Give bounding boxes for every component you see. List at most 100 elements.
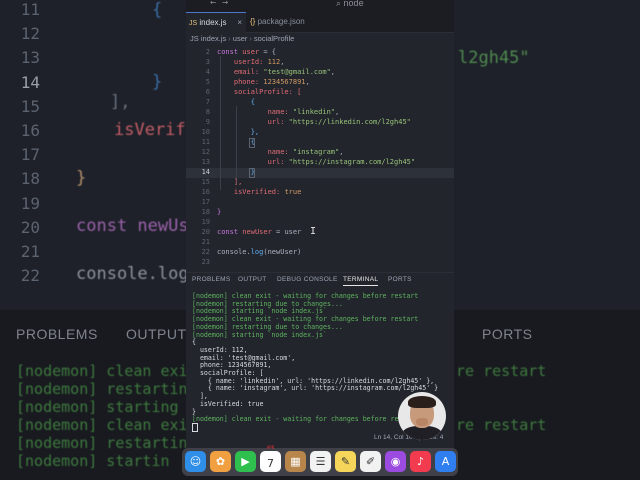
code-line: userId: 112, [217, 58, 285, 66]
notes-icon[interactable]: ✎ [335, 451, 356, 472]
music-icon[interactable]: ♪ [410, 451, 431, 472]
bg-line-number: 22 [20, 266, 40, 286]
tab-index-js[interactable]: JS index.js × [186, 12, 246, 33]
line-number: 3 [205, 58, 210, 66]
code-line: url: "https://linkedin.com/l2gh45" [217, 118, 411, 126]
code-token: email: [217, 68, 264, 76]
breadcrumb-symbol[interactable]: user [233, 34, 248, 43]
dock: ☺ ✿ ▶ 7 APR ▦ ☰ ✎ ✐ ◉ ♪ A [182, 445, 458, 476]
line-number: 16 [201, 188, 210, 196]
code-token: "https://instagram.com/l2gh45" [288, 158, 416, 166]
line-number: 23 [201, 258, 210, 266]
tab-terminal[interactable]: TERMINAL [343, 276, 379, 286]
line-number: 20 [201, 228, 210, 236]
terminal-line: [nodemon] starting `node index.js` [192, 330, 327, 339]
code-token: } [217, 208, 222, 216]
close-icon[interactable]: × [237, 13, 242, 33]
code-line: name: "instagram", [217, 148, 344, 156]
code-token: phone: [217, 78, 264, 86]
code-line: socialProfile: [ [217, 88, 301, 96]
bg-line-number: 20 [20, 217, 40, 237]
terminal-line: { name: 'instagram', url: 'https://insta… [192, 384, 439, 393]
line-number: 12 [201, 148, 210, 156]
line-number: 17 [201, 198, 210, 206]
nav-arrows[interactable]: ← → [210, 0, 228, 8]
line-number: 13 [201, 158, 210, 166]
bracket-match [249, 168, 255, 178]
calendar-month: APR [266, 445, 275, 450]
code-token: console. [217, 248, 251, 256]
bg-term-line: [nodemon] starting [16, 398, 179, 416]
panel-tabs: PROBLEMS OUTPUT DEBUG CONSOLE TERMINAL P… [186, 272, 454, 289]
tab-package-json[interactable]: {} package.json [250, 12, 320, 32]
tab-ports[interactable]: PORTS [388, 276, 412, 283]
code-token: "linkedin" [292, 108, 336, 116]
line-number: 14 [201, 168, 210, 176]
code-token: url: [217, 118, 289, 126]
bg-line-number: 12 [20, 24, 40, 44]
tab-output[interactable]: OUTPUT [238, 276, 267, 283]
code-editor[interactable]: 2 3 4 5 6 7 8 9 10 11 12 13 14 15 16 17 18 19 20 21 22 23 con… [186, 46, 454, 268]
tab-problems[interactable]: PROBLEMS [192, 276, 231, 283]
code-token: log [250, 248, 264, 256]
code-line: console.log(newUser) [217, 248, 301, 256]
bg-term-right: re restart [456, 362, 547, 380]
reminders-icon[interactable]: ☰ [310, 451, 331, 472]
code-token: socialProfile: [ [217, 88, 302, 96]
freeform-icon[interactable]: ✐ [360, 451, 381, 472]
code-token: 112 [267, 58, 281, 66]
code-token: 1234567891 [263, 78, 306, 86]
bg-line-number: 15 [20, 96, 40, 116]
line-number: 6 [205, 88, 210, 96]
code-line: const newUser = user [217, 228, 301, 236]
bg-term-line: [nodemon] startin [16, 452, 170, 470]
tab-label: package.json [257, 17, 305, 26]
code-line: name: "linkedin", [217, 108, 340, 116]
notes-brown-icon[interactable]: ▦ [285, 451, 306, 472]
facetime-icon[interactable]: ▶ [235, 451, 256, 472]
calendar-icon[interactable]: 7 APR [260, 445, 281, 472]
line-number: 8 [205, 108, 210, 116]
bg-brace: } [76, 168, 87, 188]
code-token: { [217, 98, 255, 106]
bg-isverified: isVerifi [114, 120, 196, 140]
code-token: name: [217, 148, 293, 156]
code-token: const [217, 228, 243, 236]
presenter-avatar [398, 392, 446, 440]
finder-icon[interactable]: ☺ [185, 451, 206, 472]
code-token: , [335, 108, 340, 116]
bg-line-number: 18 [20, 169, 40, 189]
bg-console: console.log [76, 264, 189, 284]
code-line: { [217, 98, 255, 106]
app-store-icon[interactable]: A [435, 451, 456, 472]
tab-label: index.js [199, 18, 227, 27]
bg-bracket: ], [110, 92, 131, 112]
podcasts-icon[interactable]: ◉ [385, 451, 406, 472]
bg-brace-top: { [152, 0, 163, 20]
tab-debug-console[interactable]: DEBUG CONSOLE [277, 276, 338, 283]
code-token: (newUser) [263, 248, 302, 256]
breadcrumb-property[interactable]: socialProfile [254, 34, 294, 43]
code-line: ], [217, 178, 242, 186]
bg-term-right: re restart [456, 416, 547, 434]
command-center[interactable]: ⌕ node [336, 0, 364, 9]
bg-tab-ports: PORTS [482, 326, 533, 342]
line-number: 18 [201, 208, 210, 216]
terminal-line: isVerified: true [192, 399, 264, 408]
photos-icon[interactable]: ✿ [210, 451, 231, 472]
line-number: 2 [205, 48, 210, 56]
line-number: 5 [205, 78, 210, 86]
bg-line-number: 11 [20, 0, 40, 19]
breadcrumb-file[interactable]: JS index.js [190, 34, 226, 43]
code-token: , [330, 68, 336, 76]
line-number: 21 [201, 238, 210, 246]
code-token: , [305, 78, 310, 86]
bg-line-number: 19 [20, 193, 40, 213]
line-number: 11 [201, 138, 210, 146]
terminal-cursor [192, 423, 198, 432]
bg-term-line: [nodemon] restartin [16, 380, 188, 398]
line-number: 4 [205, 68, 210, 76]
code-token: ], [217, 178, 243, 186]
editor-tabs: JS index.js × {} package.json [186, 12, 454, 33]
code-line: isVerified: true [217, 188, 301, 196]
